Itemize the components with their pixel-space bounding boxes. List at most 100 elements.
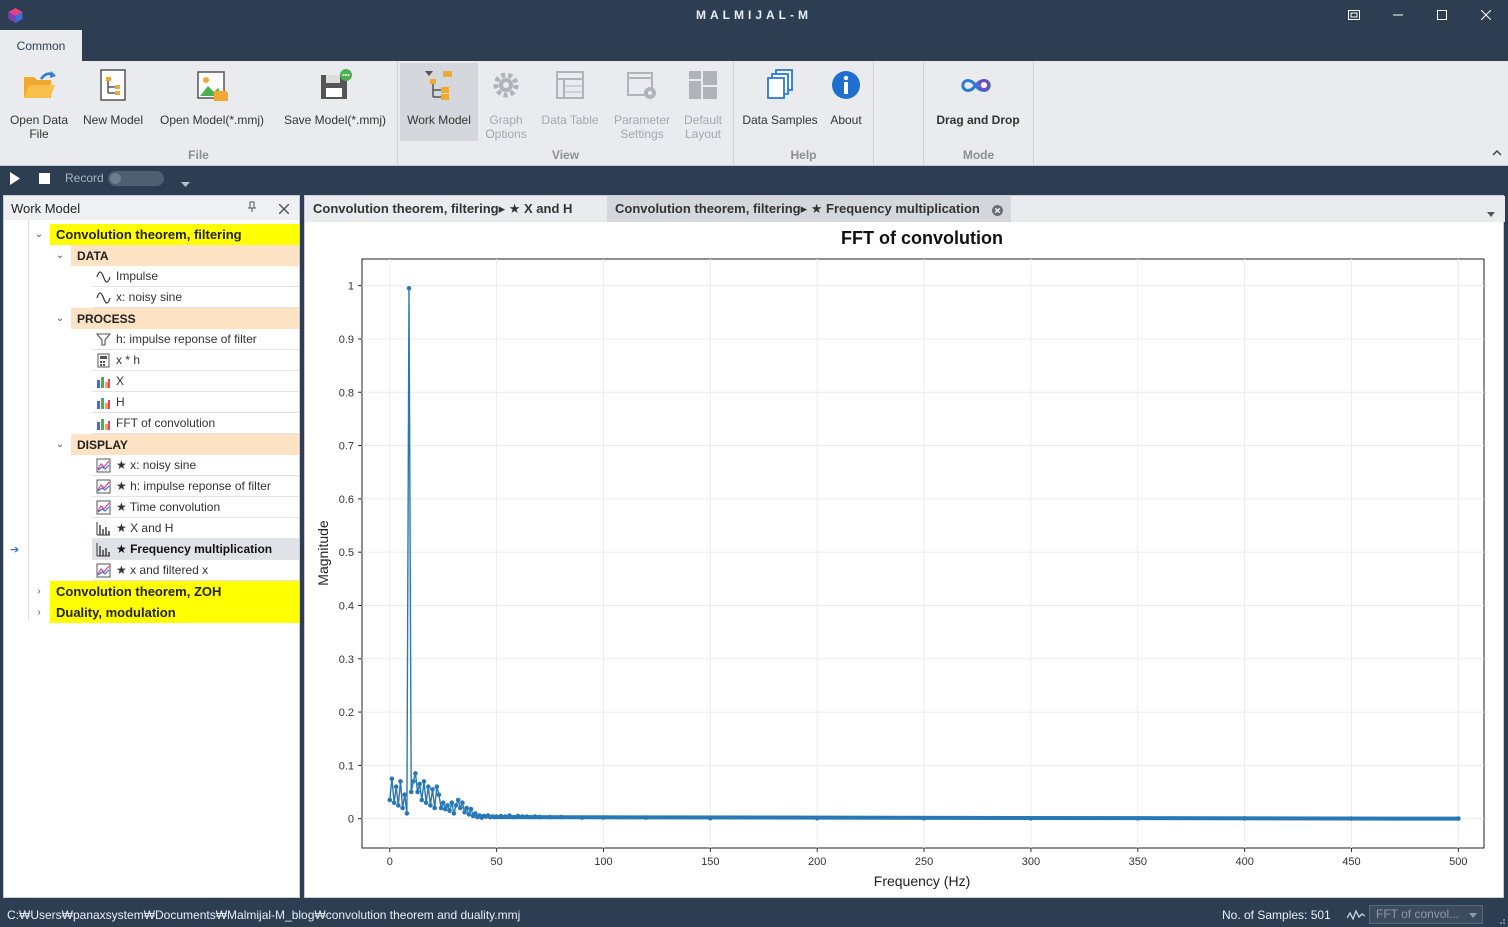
tree-category-process[interactable]: PROCESS xyxy=(71,308,299,329)
close-icon xyxy=(1481,10,1491,20)
work-model-tree: ⌄ Convolution theorem, filtering ⌄ DATA … xyxy=(4,220,299,897)
y-tick-label: 0.2 xyxy=(339,707,354,719)
doc-tab-x-and-h[interactable]: Convolution theorem, filtering▸ ★ X and … xyxy=(305,196,605,222)
tree-item-label: ★ X and H xyxy=(116,521,174,535)
tab-common[interactable]: Common xyxy=(0,30,82,61)
about-button[interactable]: About xyxy=(824,63,868,141)
data-point xyxy=(438,805,444,811)
pin-button[interactable] xyxy=(247,201,257,216)
play-button[interactable] xyxy=(9,172,21,188)
tree-item-label: ★ x and filtered x xyxy=(116,563,209,577)
data-point xyxy=(423,800,429,805)
close-tab-button[interactable] xyxy=(992,204,1003,219)
line-chart-icon xyxy=(96,500,111,515)
work-model-button[interactable]: Work Model xyxy=(400,63,478,141)
maximize-button[interactable] xyxy=(1420,0,1464,30)
new-model-button[interactable]: New Model xyxy=(78,63,148,141)
open-data-file-button[interactable]: Open Data File xyxy=(4,63,74,141)
tree-item-convolution[interactable]: x * h xyxy=(92,350,299,371)
tree-expander[interactable]: › xyxy=(33,602,45,623)
y-tick-label: 0.8 xyxy=(339,387,354,399)
tree-expander[interactable]: › xyxy=(33,581,45,602)
tree-item-fft[interactable]: FFT of convolution xyxy=(92,413,299,434)
ribbon-group-view-label: View xyxy=(551,148,580,162)
work-model-header: Work Model xyxy=(4,196,299,220)
tree-expander[interactable]: ⌄ xyxy=(33,224,45,245)
tree-item-display-filter[interactable]: ★ h: impulse reponse of filter xyxy=(92,476,299,497)
data-point xyxy=(396,803,401,808)
ribbon: Open Data File New Model Open Model(*.mm… xyxy=(0,61,1508,166)
tree-item-noisy-sine[interactable]: x: noisy sine xyxy=(92,287,299,308)
line-chart-icon xyxy=(96,479,111,494)
parameter-settings-button[interactable]: Parameter Settings xyxy=(608,63,676,141)
tree-project-duality[interactable]: Duality, modulation xyxy=(50,602,299,623)
y-tick-label: 0.9 xyxy=(339,334,354,346)
tree-item-display-X-and-H[interactable]: ★ X and H xyxy=(92,518,299,539)
tree-expander[interactable]: ⌄ xyxy=(54,245,66,266)
record-toggle[interactable] xyxy=(108,171,164,186)
default-layout-button[interactable]: Default Layout xyxy=(678,63,728,141)
y-tick-label: 1 xyxy=(348,281,354,293)
tree-project-filtering[interactable]: Convolution theorem, filtering xyxy=(50,224,299,245)
data-point xyxy=(455,797,461,803)
tree-item-impulse[interactable]: Impulse xyxy=(92,266,299,287)
tree-item-label: H xyxy=(116,395,125,409)
ribbon-spacer xyxy=(874,61,924,166)
drag-and-drop-button[interactable]: Drag and Drop xyxy=(928,63,1028,141)
data-point xyxy=(404,811,410,816)
tree-category-data[interactable]: DATA xyxy=(71,245,299,266)
open-model-icon xyxy=(197,71,228,101)
minimize-button[interactable] xyxy=(1376,0,1420,30)
sine-wave-icon xyxy=(96,271,111,283)
data-point xyxy=(447,808,452,813)
resize-grip-icon[interactable] xyxy=(1496,915,1506,925)
tree-item-display-time-convolution[interactable]: ★ Time convolution xyxy=(92,497,299,518)
chart-selector[interactable]: FFT of convol... xyxy=(1369,905,1483,924)
data-point xyxy=(460,800,465,805)
data-samples-button[interactable]: Data Samples xyxy=(738,63,822,141)
tree-item-display-frequency-multiplication[interactable]: ★ Frequency multiplication xyxy=(92,539,299,560)
tree-item-display-filtered-x[interactable]: ★ x and filtered x xyxy=(92,560,299,581)
chart-panel: FFT of convolution 0 50 100 150 200 250 300 350… xyxy=(305,222,1503,897)
ribbon-group-help-label: Help xyxy=(790,148,817,162)
signal-icon xyxy=(1347,909,1365,921)
open-folder-icon xyxy=(24,71,56,98)
default-layout-label: Default Layout xyxy=(683,113,723,141)
graph-options-button[interactable]: Graph Options xyxy=(480,63,532,141)
gear-icon xyxy=(493,72,519,98)
filter-icon xyxy=(96,333,111,346)
restore-layout-button[interactable] xyxy=(1332,0,1376,30)
chart-canvas[interactable]: FFT of convolution 0 50 100 150 200 250 300 350… xyxy=(305,222,1503,897)
tree-item-display-noisy-sine[interactable]: ★ x: noisy sine xyxy=(92,455,299,476)
tree-category-display[interactable]: DISPLAY xyxy=(71,434,299,455)
tree-item-label: ★ Frequency multiplication xyxy=(116,542,273,556)
data-point xyxy=(462,810,467,815)
collapse-ribbon-button[interactable] xyxy=(1492,148,1502,159)
data-point xyxy=(451,811,457,816)
record-dropdown[interactable] xyxy=(181,176,190,190)
bar-chart-icon xyxy=(97,398,110,409)
close-button[interactable] xyxy=(1464,0,1508,30)
data-point xyxy=(406,286,412,291)
doc-tab-frequency-multiplication[interactable]: Convolution theorem, filtering▸ ★ Freque… xyxy=(607,196,1011,222)
chevron-up-icon xyxy=(1492,149,1502,156)
tree-item-filter[interactable]: h: impulse reponse of filter xyxy=(92,329,299,350)
close-panel-button[interactable] xyxy=(278,202,290,217)
y-tick-label: 0.6 xyxy=(339,494,354,506)
tree-category-label: PROCESS xyxy=(77,311,136,326)
tree-expander[interactable]: ⌄ xyxy=(54,434,66,455)
stop-button[interactable] xyxy=(39,173,50,187)
tree-item-X[interactable]: X xyxy=(92,371,299,392)
close-icon xyxy=(278,203,290,215)
save-model-button[interactable]: Save Model(*.mmj) xyxy=(276,63,394,141)
data-point xyxy=(468,806,474,812)
tree-item-H[interactable]: H xyxy=(92,392,299,413)
tree-item-label: ★ h: impulse reponse of filter xyxy=(116,479,271,493)
tree-expander[interactable]: ⌄ xyxy=(54,308,66,329)
infinity-icon xyxy=(961,79,991,92)
tree-project-zoh[interactable]: Convolution theorem, ZOH xyxy=(50,581,299,602)
work-model-panel: Work Model ⌄ Convolution theorem, filter… xyxy=(3,195,300,898)
tab-list-dropdown[interactable] xyxy=(1487,206,1495,220)
open-model-button[interactable]: Open Model(*.mmj) xyxy=(152,63,272,141)
data-table-button[interactable]: Data Table xyxy=(536,63,604,141)
